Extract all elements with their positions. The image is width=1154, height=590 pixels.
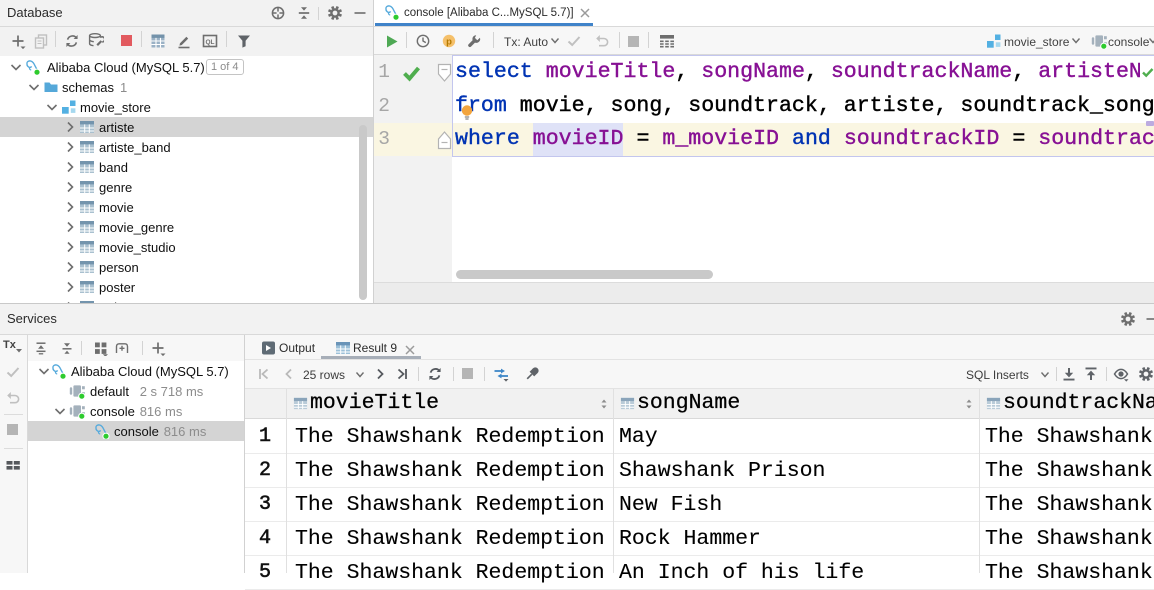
svg-text:p: p bbox=[446, 36, 452, 47]
svg-text:QL: QL bbox=[205, 39, 214, 46]
